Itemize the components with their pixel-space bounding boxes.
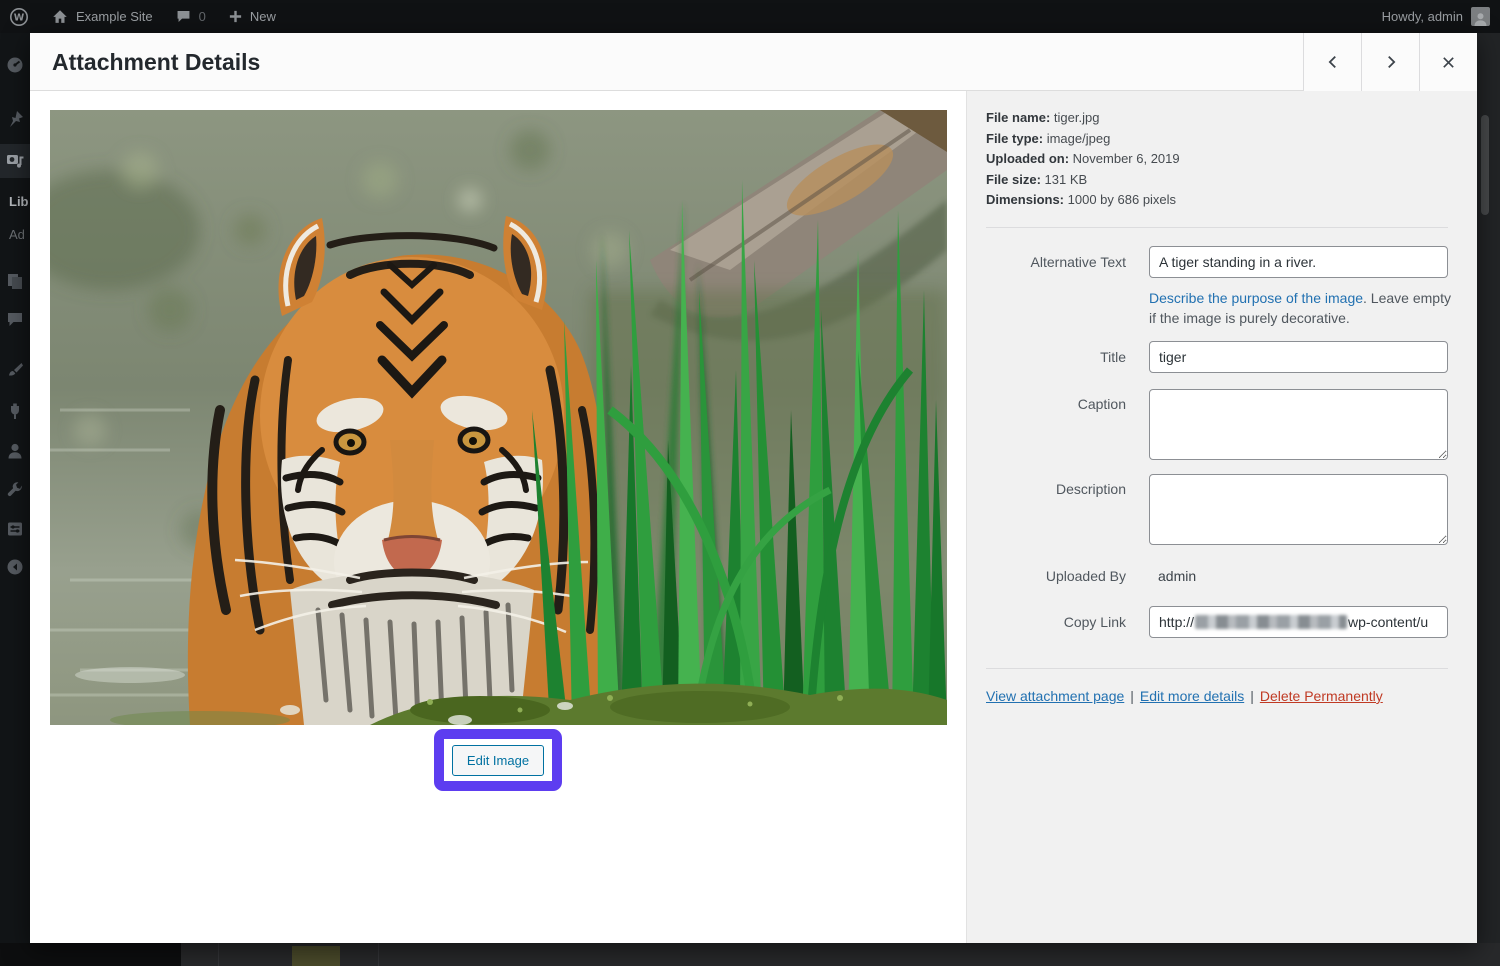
file-name-row: File name: tiger.jpg: [986, 108, 1180, 129]
divider: [986, 227, 1448, 228]
wrench-icon: [5, 480, 25, 500]
admin-bar: W Example Site 0 New Howdy, admin: [0, 0, 1500, 33]
view-attachment-link[interactable]: View attachment page: [986, 688, 1124, 704]
avatar: [1471, 7, 1490, 26]
modal-header: Attachment Details: [30, 33, 1477, 91]
caption-textarea[interactable]: [1149, 389, 1448, 460]
file-details: File name: tiger.jpg File type: image/jp…: [986, 108, 1180, 211]
sidebar-item-appearance[interactable]: [5, 360, 25, 380]
divider: [986, 668, 1448, 669]
close-icon: [1440, 54, 1457, 71]
sidebar-item-posts[interactable]: [5, 109, 25, 129]
describe-purpose-link[interactable]: Describe the purpose of the image: [1149, 290, 1363, 306]
plus-icon: [228, 9, 243, 24]
file-type-row: File type: image/jpeg: [986, 129, 1180, 150]
dashboard-icon: [5, 55, 25, 75]
brush-icon: [5, 360, 25, 380]
sidebar-item-tools[interactable]: [5, 480, 25, 500]
comments-icon: [5, 309, 25, 329]
alt-text-help: Describe the purpose of the image. Leave…: [1149, 288, 1455, 328]
sidebar-item-plugins[interactable]: [5, 401, 25, 421]
url-suffix: wp-content/u: [1348, 614, 1428, 630]
uploaded-by-value: admin: [1158, 568, 1196, 584]
sidebar-item-comments[interactable]: [5, 309, 25, 329]
sidebar-item-settings[interactable]: [5, 519, 25, 539]
edit-image-button[interactable]: Edit Image: [452, 745, 544, 776]
background-scrollbar-thumb[interactable]: [1481, 115, 1489, 215]
svg-text:W: W: [14, 12, 25, 23]
sidebar-item-dashboard[interactable]: [5, 55, 25, 75]
delete-permanently-link[interactable]: Delete Permanently: [1260, 688, 1383, 704]
attachment-actions: View attachment page|Edit more details|D…: [986, 688, 1383, 704]
previous-button[interactable]: [1303, 33, 1361, 91]
alt-text-label: Alternative Text: [986, 254, 1126, 270]
url-redacted-segment: [1195, 615, 1347, 629]
site-menu[interactable]: Example Site: [51, 8, 153, 26]
background-grid-line: [378, 943, 379, 966]
settings-icon: [5, 519, 25, 539]
title-label: Title: [986, 349, 1126, 365]
background-admin-menu: [0, 943, 181, 966]
copy-link-input[interactable]: http:// wp-content/u: [1149, 606, 1448, 638]
user-icon: [5, 441, 25, 461]
sidebar-collapse-button[interactable]: [5, 557, 25, 577]
sidebar-item-add-new[interactable]: Ad: [9, 227, 25, 242]
attachment-details-panel: File name: tiger.jpg File type: image/jp…: [966, 91, 1477, 943]
url-prefix: http://: [1159, 614, 1194, 630]
sidebar-item-pages[interactable]: [5, 271, 25, 291]
attachment-details-modal: Attachment Details: [30, 33, 1477, 943]
screen: W Example Site 0 New Howdy, admin: [0, 0, 1500, 966]
edit-image-highlight: Edit Image: [434, 729, 562, 791]
next-button[interactable]: [1361, 33, 1419, 91]
site-name: Example Site: [76, 9, 153, 24]
comments-menu[interactable]: 0: [175, 8, 206, 25]
home-icon: [51, 8, 69, 26]
uploaded-by-label: Uploaded By: [986, 568, 1126, 584]
description-textarea[interactable]: [1149, 474, 1448, 545]
modal-title: Attachment Details: [52, 33, 260, 91]
sidebar-item-library[interactable]: Lib: [9, 194, 29, 209]
wordpress-logo-icon[interactable]: W: [9, 7, 29, 27]
background-thumbnail: [292, 946, 340, 966]
dimensions-row: Dimensions: 1000 by 686 pixels: [986, 190, 1180, 211]
sidebar-item-users[interactable]: [5, 441, 25, 461]
chevron-left-icon: [1324, 53, 1342, 71]
account-menu[interactable]: Howdy, admin: [1382, 0, 1490, 33]
tiger-photo-illustration: [50, 110, 947, 725]
sidebar-item-media[interactable]: [5, 151, 25, 171]
media-icon: [5, 151, 25, 171]
alt-text-input[interactable]: [1149, 246, 1448, 278]
pushpin-icon: [5, 109, 25, 129]
admin-sidebar: Lib Ad: [0, 33, 30, 943]
copy-link-label: Copy Link: [986, 614, 1126, 630]
plug-icon: [5, 401, 25, 421]
file-size-row: File size: 131 KB: [986, 170, 1180, 191]
chevron-right-icon: [1382, 53, 1400, 71]
comment-icon: [175, 8, 192, 25]
comment-count: 0: [199, 9, 206, 24]
pages-icon: [5, 271, 25, 291]
background-grid-line: [218, 943, 219, 966]
attachment-image: [50, 110, 947, 725]
close-button[interactable]: [1419, 33, 1477, 91]
description-label: Description: [986, 481, 1126, 497]
background-content: [0, 943, 1500, 966]
uploaded-on-row: Uploaded on: November 6, 2019: [986, 149, 1180, 170]
howdy-text: Howdy, admin: [1382, 9, 1463, 24]
edit-more-details-link[interactable]: Edit more details: [1140, 688, 1244, 704]
new-label: New: [250, 9, 276, 24]
new-menu[interactable]: New: [228, 9, 276, 24]
background-right-edge: [1477, 33, 1500, 943]
collapse-icon: [5, 557, 25, 577]
caption-label: Caption: [986, 396, 1126, 412]
title-input[interactable]: [1149, 341, 1448, 373]
